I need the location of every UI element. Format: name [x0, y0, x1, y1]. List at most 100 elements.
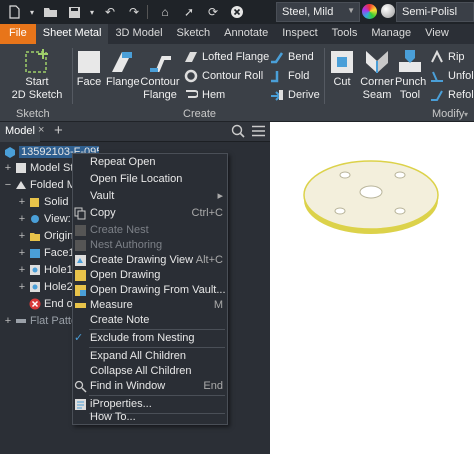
tree-node-hole2[interactable]: + Hole2: [18, 279, 73, 295]
menu-item-exclude-from-nesting[interactable]: ✓ Exclude from Nesting: [73, 331, 227, 346]
tree-node-folded-model[interactable]: − Folded Mo: [4, 177, 82, 193]
add-tab-icon[interactable]: +: [54, 122, 63, 139]
expand-icon[interactable]: +: [18, 247, 26, 259]
open-icon[interactable]: [40, 2, 60, 22]
bend-icon: [271, 52, 284, 64]
menu-item-label: Exclude from Nesting: [90, 332, 195, 344]
expand-icon[interactable]: +: [4, 315, 12, 327]
menu-item-collapse-all-children[interactable]: Collapse All Children: [73, 364, 227, 379]
expand-icon[interactable]: +: [18, 213, 26, 225]
menu-item-create-note[interactable]: Create Note: [73, 313, 227, 328]
redo-icon[interactable]: ↷: [124, 2, 144, 22]
tree-node-face1[interactable]: + Face1: [18, 245, 75, 261]
contour-flange-button[interactable]: Contour Flange: [140, 48, 180, 102]
save-dropdown-icon[interactable]: ▾: [88, 2, 96, 22]
tab-annotate[interactable]: Annotate: [217, 24, 275, 44]
menu-item-open-drawing-from-vault[interactable]: Open Drawing From Vault...: [73, 283, 227, 298]
tree-node-view[interactable]: + View:: [18, 211, 71, 227]
new-icon[interactable]: [4, 2, 24, 22]
tab-model[interactable]: Model: [0, 122, 40, 142]
tree-node-model-states[interactable]: + Model Sta: [4, 160, 80, 176]
chevron-down-icon[interactable]: ▾: [464, 110, 468, 119]
tab-3d-model[interactable]: 3D Model: [108, 24, 169, 44]
face-icon: [78, 51, 100, 73]
bend-button[interactable]: Bend: [270, 48, 314, 66]
expand-icon[interactable]: +: [18, 230, 26, 242]
face-button[interactable]: Face: [74, 48, 104, 89]
tree-node-solid-bodies[interactable]: + Solid B: [18, 194, 79, 210]
tab-sketch[interactable]: Sketch: [170, 24, 218, 44]
tree-node-end-of-part[interactable]: End of: [29, 296, 76, 312]
menu-item-measure[interactable]: Measure M: [73, 298, 227, 313]
menu-item-nest-authoring[interactable]: Nest Authoring: [73, 238, 227, 253]
inventor-window: { "qat": { "material": "Steel, Mild", "a…: [0, 0, 474, 454]
new-dropdown-icon[interactable]: ▾: [28, 2, 36, 22]
menu-item-expand-all-children[interactable]: Expand All Children: [73, 349, 227, 364]
tab-view[interactable]: View: [418, 24, 456, 44]
expand-icon[interactable]: +: [18, 196, 26, 208]
tool-label: Tool: [399, 89, 421, 101]
nest-authoring-icon: [75, 240, 86, 251]
tree-node-flat-pattern[interactable]: + Flat Patter: [4, 313, 81, 329]
contour-roll-button[interactable]: Contour Roll: [184, 67, 263, 85]
expand-icon[interactable]: +: [4, 162, 12, 174]
cut-button[interactable]: Cut: [326, 48, 358, 89]
menu-item-open-file-location[interactable]: Open File Location: [73, 172, 227, 187]
derive-icon: [271, 90, 283, 101]
tab-sheet-metal[interactable]: Sheet Metal: [35, 24, 109, 44]
menu-item-open-drawing[interactable]: Open Drawing: [73, 268, 227, 283]
rip-button[interactable]: Rip: [430, 48, 465, 66]
start-2d-sketch-button[interactable]: Start 2D Sketch: [8, 48, 66, 102]
update-icon[interactable]: ⟳: [203, 2, 223, 22]
search-icon[interactable]: [231, 124, 245, 141]
contour-label: Contour: [140, 76, 180, 88]
refold-button[interactable]: Refol: [430, 86, 474, 104]
tab-file[interactable]: File: [0, 24, 36, 44]
tab-tools[interactable]: Tools: [325, 24, 365, 44]
undo-icon[interactable]: ↶: [100, 2, 120, 22]
group-label-sketch: Sketch: [16, 108, 50, 120]
menu-icon[interactable]: [252, 125, 265, 140]
corner-seam-button[interactable]: Corner Seam: [360, 48, 394, 102]
select-icon[interactable]: ➚: [179, 2, 199, 22]
view-icon: [31, 215, 39, 223]
expand-icon[interactable]: +: [18, 264, 26, 276]
corner-label: Corner: [360, 76, 394, 88]
collapse-icon[interactable]: −: [4, 179, 12, 191]
close-tab-icon[interactable]: ×: [38, 124, 44, 136]
material-value: Steel, Mild: [282, 6, 334, 18]
color-wheel-icon[interactable]: [362, 4, 377, 19]
tab-inspect[interactable]: Inspect: [275, 24, 324, 44]
graphics-viewport[interactable]: [270, 122, 474, 454]
flange-button[interactable]: Flange: [106, 48, 140, 89]
menu-item-vault[interactable]: Vault ▸: [73, 189, 227, 204]
tree-node-hole1[interactable]: + Hole1: [18, 262, 73, 278]
close-icon[interactable]: [227, 2, 247, 22]
fold-button[interactable]: Fold: [270, 67, 309, 85]
menu-item-create-nest[interactable]: Create Nest: [73, 223, 227, 238]
lofted-flange-button[interactable]: Lofted Flange: [184, 48, 269, 66]
sketch-label: 2D Sketch: [11, 89, 63, 101]
model-states-icon: [16, 163, 26, 173]
save-icon[interactable]: [64, 2, 84, 22]
chevron-down-icon: ▼: [347, 6, 355, 15]
part-model[interactable]: [270, 122, 474, 454]
appearance-icon[interactable]: [381, 4, 395, 18]
derive-button[interactable]: Derive: [270, 86, 320, 104]
menu-item-copy[interactable]: Copy Ctrl+C: [73, 206, 227, 221]
hem-button[interactable]: Hem: [184, 86, 225, 104]
expand-icon[interactable]: +: [18, 281, 26, 293]
menu-item-create-drawing-view[interactable]: Create Drawing View Alt+C: [73, 253, 227, 268]
tab-manage[interactable]: Manage: [364, 24, 418, 44]
submenu-arrow-icon: ▸: [217, 190, 223, 202]
unfold-button[interactable]: Unfol: [430, 67, 474, 85]
tree-node-label: Origin: [44, 230, 74, 242]
home-icon[interactable]: ⌂: [155, 2, 175, 22]
menu-item-find-in-window[interactable]: Find in Window End: [73, 379, 227, 394]
material-select[interactable]: Steel, Mild ▼: [276, 2, 360, 22]
appearance-select[interactable]: Semi-Polisl: [396, 2, 474, 22]
menu-item-repeat-open[interactable]: Repeat Open: [73, 155, 227, 170]
punch-tool-button[interactable]: Punch Tool: [395, 48, 426, 102]
tree-node-origin[interactable]: + Origin: [18, 228, 74, 244]
menu-item-how-to[interactable]: How To...: [73, 410, 227, 425]
